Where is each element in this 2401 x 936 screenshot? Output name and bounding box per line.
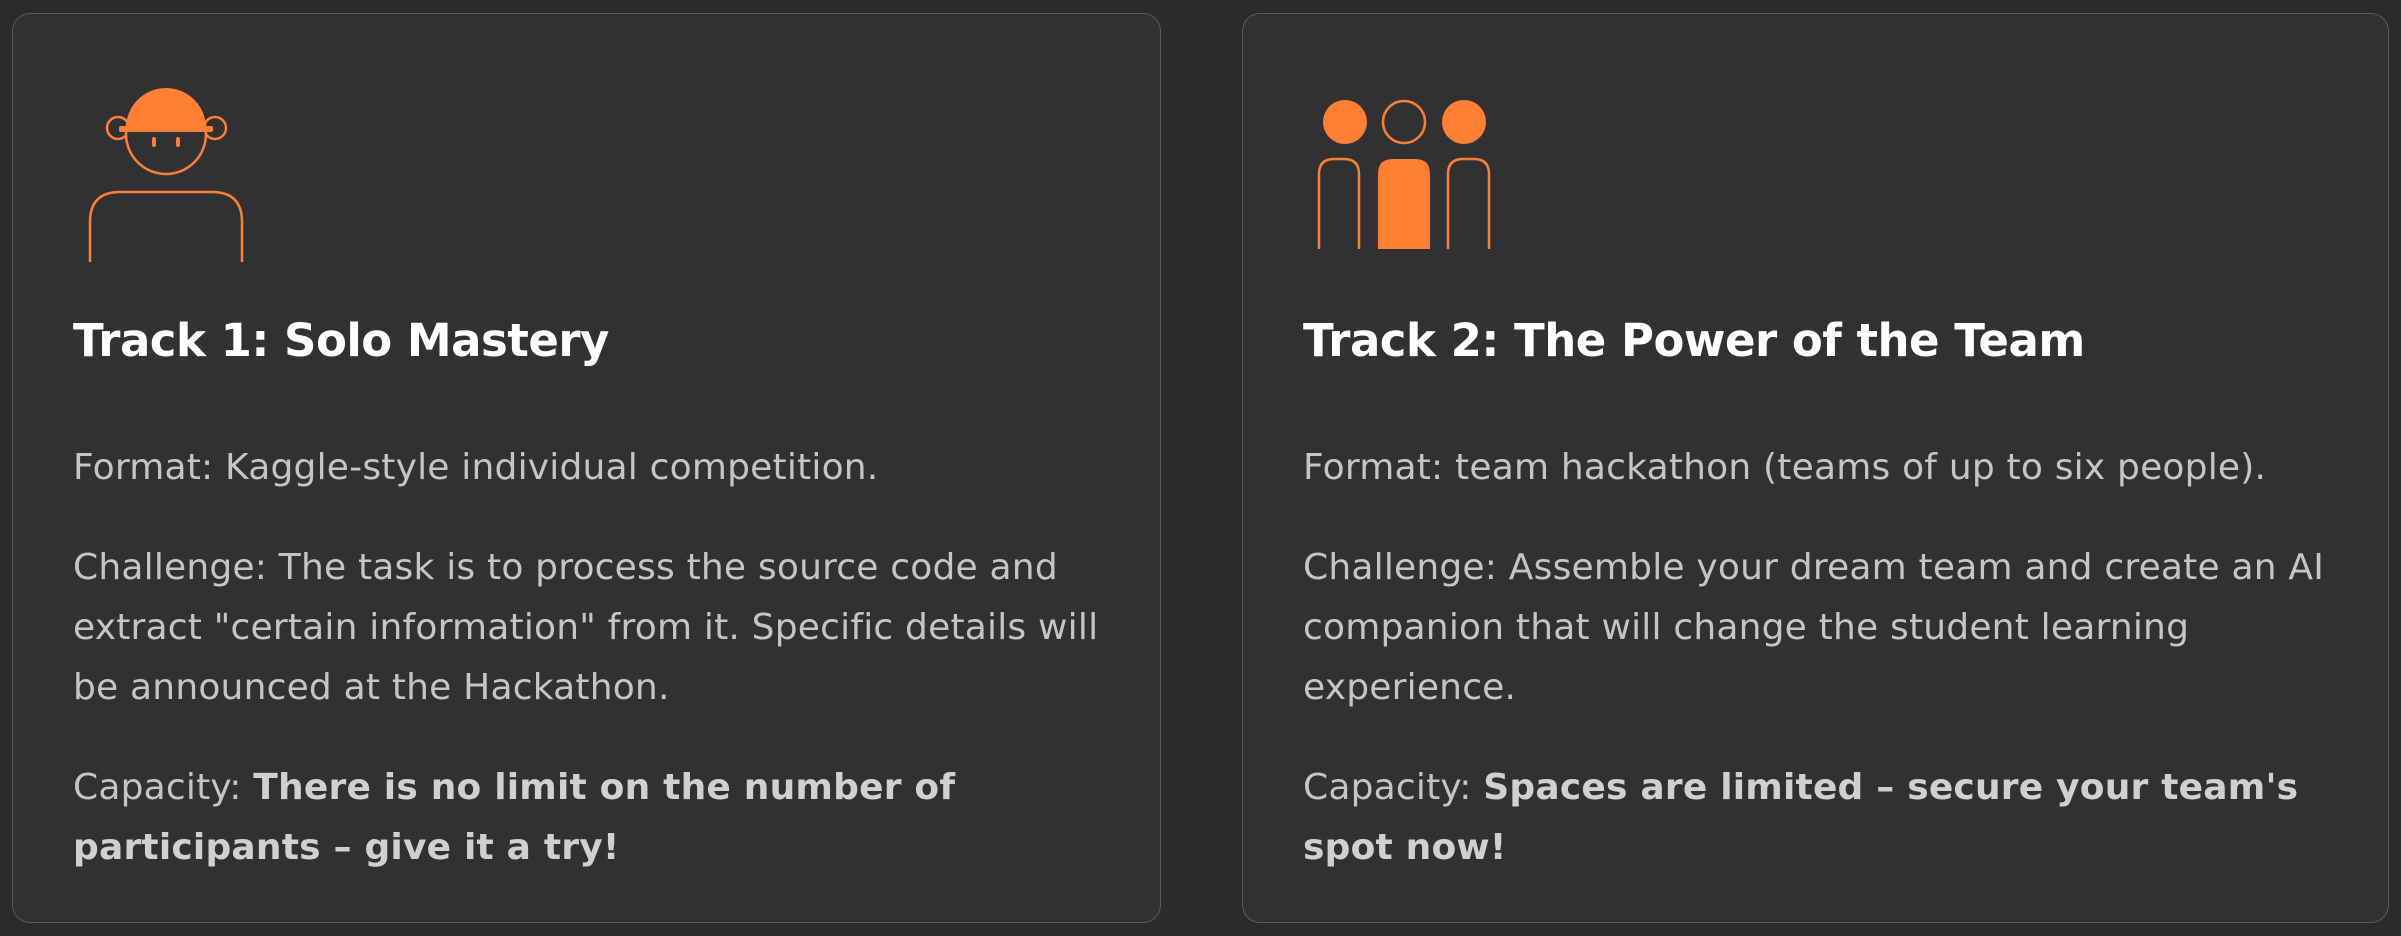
track-card-solo: Track 1: Solo Mastery Format: Kaggle-sty… (12, 13, 1161, 923)
track-card-team: Track 2: The Power of the Team Format: t… (1242, 13, 2389, 923)
challenge-text: Challenge: The task is to process the so… (73, 547, 1099, 708)
track-title: Track 2: The Power of the Team (1303, 314, 2085, 367)
solo-person-icon (88, 88, 244, 262)
format-text: Format: Kaggle-style individual competit… (73, 447, 879, 488)
challenge-text: Challenge: Assemble your dream team and … (1303, 547, 2325, 708)
track-title: Track 1: Solo Mastery (73, 314, 609, 367)
format-text: Format: team hackathon (teams of up to s… (1303, 447, 2267, 488)
team-people-icon (1317, 99, 1491, 249)
capacity-text: Capacity: Spaces are limited – secure yo… (1303, 767, 2299, 868)
capacity-text: Capacity: There is no limit on the numbe… (73, 767, 956, 868)
